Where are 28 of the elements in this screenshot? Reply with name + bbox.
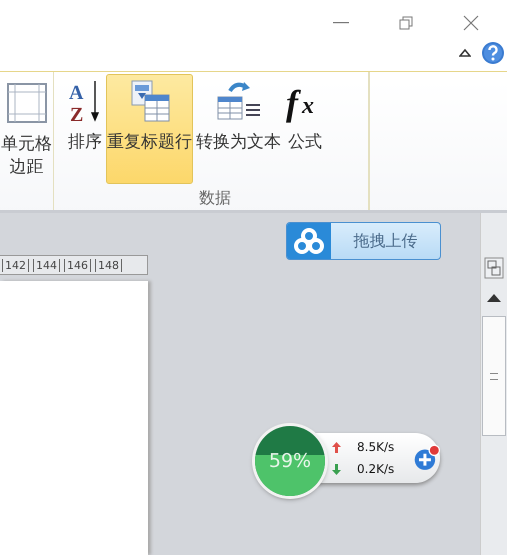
ruler-number: 144 <box>33 258 60 272</box>
cloud-icon <box>294 228 324 254</box>
table-grid-icon <box>6 81 46 125</box>
upload-button[interactable]: 拖拽上传 <box>286 222 441 260</box>
minimize-icon[interactable] <box>333 22 349 24</box>
ribbon-button[interactable]: 单元格 边距 <box>0 76 53 186</box>
memory-meter: 59% <box>255 426 325 496</box>
restore-icon[interactable] <box>399 16 413 30</box>
upload-speed: 8.5K/s <box>357 440 394 454</box>
scroll-up-icon[interactable] <box>487 293 501 302</box>
group-label: 数据 <box>199 188 231 209</box>
close-icon[interactable] <box>463 15 479 31</box>
download-arrow-icon <box>332 464 341 474</box>
formula-fx-icon: fx <box>285 79 325 123</box>
ruler-number: 148 <box>95 258 122 272</box>
ruler-number: 146 <box>64 258 91 272</box>
ribbon-button[interactable]: 转换为文本 <box>195 74 282 184</box>
collapse-ribbon-icon[interactable] <box>459 48 471 58</box>
upload-arrow-icon <box>332 442 341 452</box>
split-icon[interactable] <box>484 257 504 279</box>
ribbon-button[interactable]: fx 公式 <box>284 74 326 184</box>
scrollbar-thumb[interactable] <box>482 316 506 436</box>
ribbon-button[interactable]: 重复标题行 <box>106 74 193 184</box>
help-icon[interactable] <box>481 41 505 65</box>
ribbon-button[interactable]: A Z 排序 <box>66 74 104 184</box>
table-copy-icon <box>128 79 170 123</box>
download-speed: 0.2K/s <box>357 462 394 476</box>
ruler-number: 142 <box>2 258 29 272</box>
